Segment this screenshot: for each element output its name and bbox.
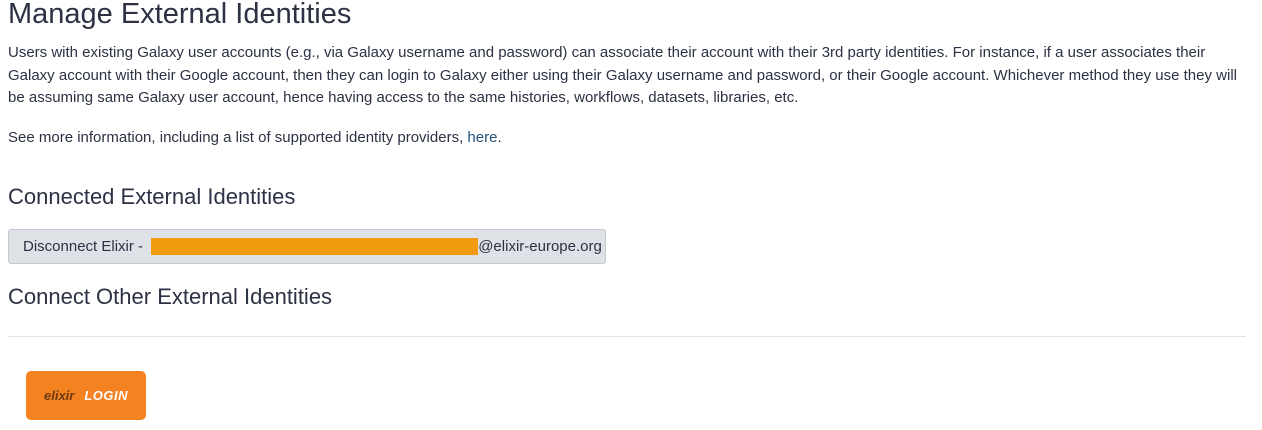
divider — [8, 336, 1246, 337]
page-title: Manage External Identities — [8, 0, 352, 30]
connect-other-heading: Connect Other External Identities — [8, 284, 333, 309]
disconnect-elixir-button[interactable]: Disconnect Elixir - @elixir-europe.org — [8, 229, 606, 264]
connected-identities-heading: Connected External Identities — [8, 184, 296, 209]
more-info-suffix: . — [497, 129, 502, 146]
here-link[interactable]: here — [467, 129, 497, 146]
elixir-logo-icon: elixir — [43, 388, 75, 403]
more-info-text: See more information, including a list o… — [8, 127, 502, 150]
disconnect-label: Disconnect Elixir - — [23, 238, 148, 255]
elixir-login-label: LOGIN — [84, 388, 129, 403]
email-domain: @elixir-europe.org — [478, 238, 602, 255]
more-info-prefix: See more information, including a list o… — [8, 129, 468, 146]
redacted-username — [151, 238, 479, 255]
elixir-login-button[interactable]: elixir LOGIN — [26, 371, 146, 420]
description: Users with existing Galaxy user accounts… — [8, 44, 1237, 106]
